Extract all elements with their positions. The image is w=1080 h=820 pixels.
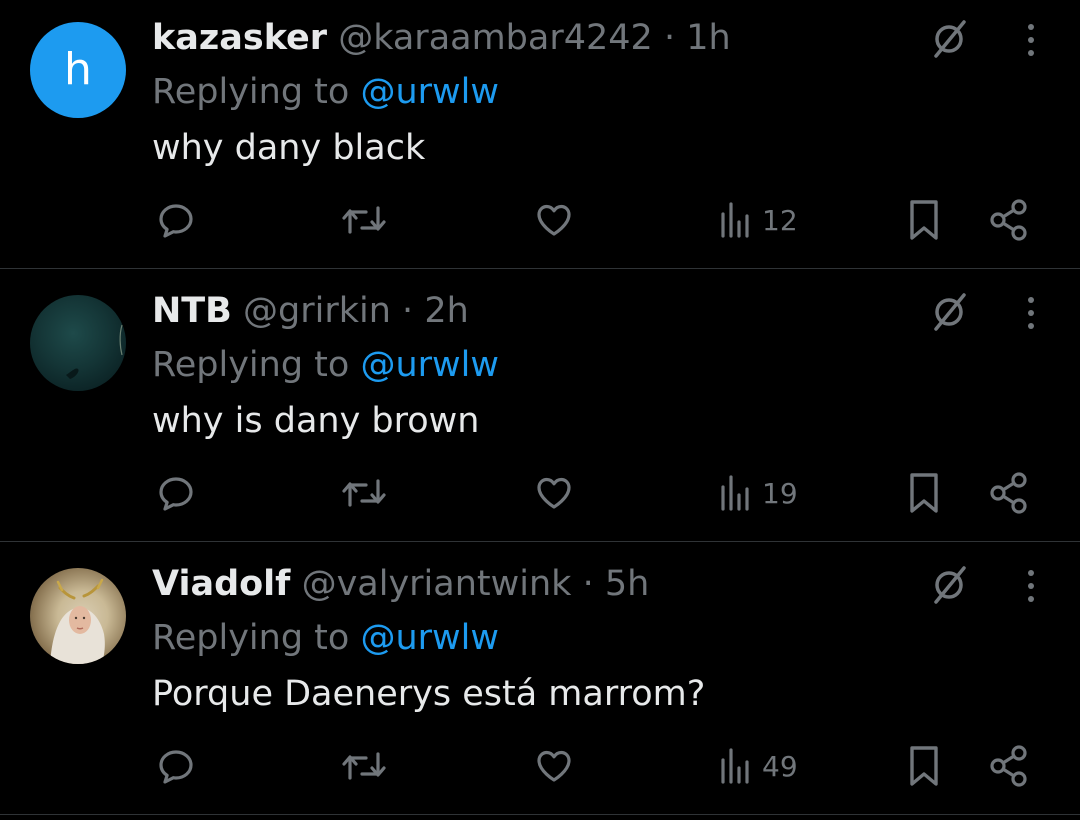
display-name[interactable]: Viadolf [152,564,290,604]
timestamp[interactable]: 5h [605,564,649,604]
avatar-image [66,324,123,379]
views-icon [721,475,749,511]
retweet-icon [342,206,386,234]
user-handle[interactable]: @grirkin [243,291,391,331]
share-icon [990,472,1027,514]
views-count: 12 [762,203,798,237]
bookmark-button[interactable] [906,198,942,242]
reply-text: why is dany brown [152,401,480,441]
separator-dot: · [663,18,676,58]
display-name[interactable]: kazasker [152,18,327,58]
share-button[interactable] [988,471,1030,515]
user-handle[interactable]: @karaambar4242 [338,18,653,58]
grok-icon[interactable] [928,291,970,333]
views-icon [721,748,749,784]
replying-to-mention[interactable]: @urwlw [360,72,499,112]
replying-to-line: Replying to @urwlw [152,70,499,114]
like-button[interactable] [534,744,574,788]
share-icon [990,199,1027,241]
user-handle[interactable]: @valyriantwink [302,564,572,604]
avatar-image [50,578,105,664]
more-icon[interactable] [1020,22,1042,58]
share-icon [990,745,1027,787]
views-count: 19 [762,476,798,510]
avatar[interactable] [30,568,126,664]
reply-text: Porque Daenerys está marrom? [152,674,706,714]
views-button[interactable]: 19 [718,471,798,515]
reply-button[interactable] [156,744,196,788]
avatar[interactable] [30,295,126,391]
replying-to-label: Replying to [152,618,350,658]
views-count: 49 [762,749,798,783]
divider [0,814,1080,815]
replying-to-line: Replying to @urwlw [152,343,499,387]
retweet-button[interactable] [340,744,388,788]
replying-to-mention[interactable]: @urwlw [360,345,499,385]
like-button[interactable] [534,471,574,515]
grok-icon[interactable] [928,564,970,606]
heart-icon [537,204,571,236]
share-button[interactable] [988,744,1030,788]
reply-header: NTB @grirkin · 2h [152,289,469,333]
divider [0,541,1080,542]
avatar[interactable]: h [30,22,126,118]
retweet-button[interactable] [340,198,388,242]
separator-dot: · [402,291,414,331]
reply-text: why dany black [152,128,426,168]
reply-header: Viadolf @valyriantwink · 5h [152,562,649,606]
timestamp[interactable]: 2h [424,291,468,331]
reply-item[interactable]: NTB @grirkin · 2h Replying to @urwlw why… [0,273,1080,545]
bookmark-icon [910,746,938,786]
action-bar: 19 [0,471,1080,515]
replying-to-label: Replying to [152,72,350,112]
views-icon [721,202,749,238]
divider [0,268,1080,269]
action-bar: 12 [0,198,1080,242]
reply-icon [159,750,193,784]
bookmark-icon [910,200,938,240]
more-icon[interactable] [1020,295,1042,331]
heart-icon [537,750,571,782]
share-button[interactable] [988,198,1030,242]
grok-icon[interactable] [928,18,970,60]
replying-to-mention[interactable]: @urwlw [360,618,499,658]
more-icon[interactable] [1020,568,1042,604]
heart-icon [537,477,571,509]
action-bar: 49 [0,744,1080,788]
retweet-icon [342,479,386,507]
replying-to-line: Replying to @urwlw [152,616,499,660]
bookmark-icon [910,473,938,513]
views-button[interactable]: 12 [718,198,798,242]
reply-item[interactable]: h kazasker @karaambar4242 · 1h Replying … [0,0,1080,272]
timestamp[interactable]: 1h [686,18,730,58]
retweet-icon [342,752,386,780]
reply-item[interactable]: Viadolf @valyriantwink · 5h Replying to … [0,546,1080,818]
views-button[interactable]: 49 [718,744,798,788]
display-name[interactable]: NTB [152,291,232,331]
separator-dot: · [582,564,594,604]
like-button[interactable] [534,198,574,242]
bookmark-button[interactable] [906,471,942,515]
reply-icon [159,477,193,511]
reply-button[interactable] [156,471,196,515]
reply-header: kazasker @karaambar4242 · 1h [152,16,731,60]
replying-to-label: Replying to [152,345,350,385]
retweet-button[interactable] [340,471,388,515]
reply-icon [159,204,193,238]
reply-button[interactable] [156,198,196,242]
bookmark-button[interactable] [906,744,942,788]
